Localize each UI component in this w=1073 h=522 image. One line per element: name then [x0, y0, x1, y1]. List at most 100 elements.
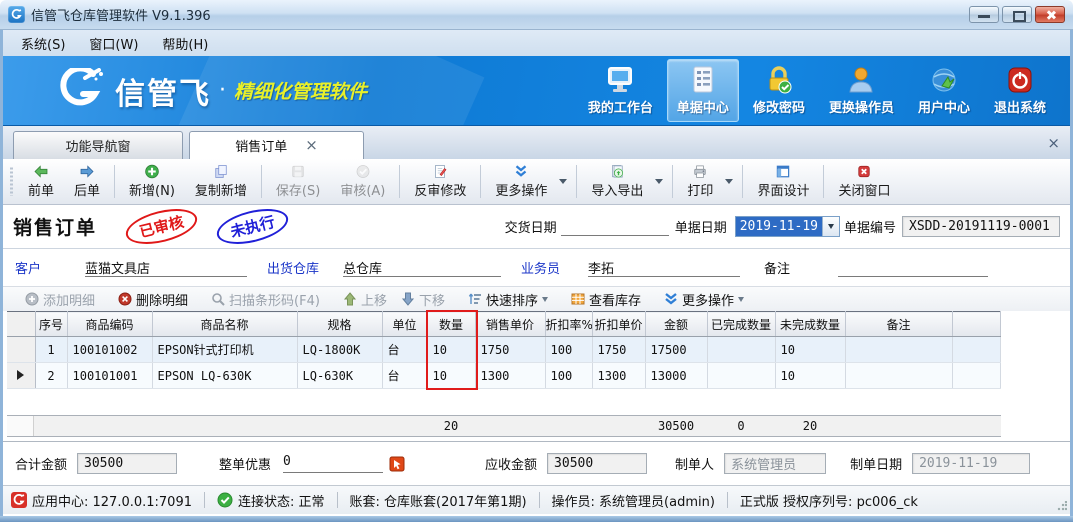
nav-change-password[interactable]: 修改密码 — [743, 59, 815, 122]
quick-sort-button[interactable]: 快速排序 — [461, 288, 555, 311]
toolbar-separator — [480, 165, 481, 198]
print-dropdown[interactable] — [723, 161, 738, 202]
chevron-down-icon — [738, 297, 744, 302]
brand-logo-icon — [55, 68, 107, 114]
nav-label: 更换操作员 — [829, 97, 894, 116]
print-button[interactable]: 打印 — [677, 161, 723, 202]
add-detail-button[interactable]: 添加明细 — [18, 288, 102, 311]
stock-table-icon — [571, 292, 585, 306]
delivery-date-field[interactable] — [561, 217, 669, 236]
move-down-button[interactable]: 下移 — [394, 288, 452, 311]
tabstrip-close-icon[interactable]: × — [1047, 134, 1060, 152]
remark-label: 备注 — [764, 258, 790, 277]
close-red-icon — [854, 164, 874, 179]
tab-label: 销售订单 — [235, 136, 287, 155]
brand-name: 信管飞 — [115, 69, 211, 113]
totals-row: 20 30500 0 20 — [7, 415, 1001, 437]
footer-form: 合计金额 30500 整单优惠 0 应收金额 30500 制单人 系统管理员 制… — [3, 441, 1070, 485]
totals-selector-cell — [7, 416, 34, 436]
col-header: 商品编码 — [67, 312, 152, 337]
make-date-label: 制单日期 — [850, 454, 902, 473]
close-window-button[interactable]: 关闭窗口 — [828, 161, 900, 202]
receivable-field: 30500 — [547, 453, 647, 474]
ui-design-button[interactable]: 界面设计 — [747, 161, 819, 202]
add-new-button[interactable]: 新增(N) — [119, 161, 185, 202]
nav-exit-system[interactable]: 退出系统 — [984, 59, 1056, 122]
customer-field[interactable]: 蓝猫文具店 — [85, 258, 247, 277]
date-dropdown-button[interactable] — [822, 217, 839, 236]
warehouse-field[interactable]: 总仓库 — [343, 258, 501, 277]
toolbar-separator — [261, 165, 262, 198]
brand-slogan: 精细化管理软件 — [234, 77, 367, 104]
arrow-up-icon — [343, 292, 357, 306]
doc-date-field[interactable]: 2019-11-19 — [735, 216, 840, 237]
import-export-button[interactable]: 导入导出 — [581, 161, 653, 202]
delete-detail-button[interactable]: 删除明细 — [111, 288, 195, 311]
col-header: 商品名称 — [152, 312, 297, 337]
copy-new-button[interactable]: 复制新增 — [185, 161, 257, 202]
status-app-center: 应用中心: 127.0.0.1:7091 — [32, 491, 192, 510]
nav-user-center[interactable]: 用户中心 — [908, 59, 980, 122]
tab-close-icon[interactable]: × — [305, 138, 318, 153]
row-selector[interactable] — [7, 337, 35, 363]
plus-circle-grey-icon — [25, 292, 39, 306]
lock-icon — [764, 66, 794, 94]
toolbar-separator — [576, 165, 577, 198]
nav-my-workbench[interactable]: 我的工作台 — [578, 59, 663, 122]
menu-window[interactable]: 窗口(W) — [77, 31, 150, 56]
table-row[interactable]: 1 100101002 EPSON针式打印机 LQ-1800K 台 10 175… — [7, 337, 1001, 363]
status-separator — [727, 492, 728, 508]
audit-button[interactable]: 审核(A) — [330, 161, 395, 202]
nav-document-center[interactable]: 单据中心 — [667, 59, 739, 122]
total-quantity: 20 — [427, 419, 475, 433]
warehouse-label: 出货仓库 — [267, 258, 319, 277]
doc-header: 销售订单 已审核 未执行 交货日期 单据日期 2019-11-19 单据编号 X… — [3, 205, 1070, 249]
scan-barcode-button[interactable]: 扫描条形码(F4) — [204, 288, 327, 311]
next-doc-button[interactable]: 后单 — [64, 161, 110, 202]
window-bottom-edge — [0, 516, 1073, 522]
total-completed: 0 — [707, 419, 775, 433]
move-up-button[interactable]: 上移 — [336, 288, 394, 311]
row-selector[interactable] — [7, 363, 35, 389]
tab-function-nav[interactable]: 功能导航窗 — [13, 131, 183, 159]
customer-label: 客户 — [15, 258, 41, 277]
more-actions-dropdown[interactable] — [557, 161, 572, 202]
menu-help[interactable]: 帮助(H) — [150, 31, 220, 56]
grid-more-actions-button[interactable]: 更多操作 — [657, 288, 751, 311]
salesman-field[interactable]: 李拓 — [588, 258, 740, 277]
nav-label: 我的工作台 — [588, 97, 653, 116]
status-separator — [204, 492, 205, 508]
chevron-down-icon — [828, 224, 834, 229]
power-icon — [1005, 66, 1035, 94]
view-stock-button[interactable]: 查看库存 — [564, 288, 648, 311]
arrow-left-icon — [31, 164, 51, 179]
more-actions-button[interactable]: 更多操作 — [485, 161, 557, 202]
brand: 信管飞 · 精细化管理软件 — [55, 68, 367, 114]
reverse-audit-button[interactable]: 反审修改 — [404, 161, 476, 202]
col-header-filler — [952, 312, 1001, 337]
double-chevron-down-icon — [511, 164, 531, 179]
status-separator — [337, 492, 338, 508]
prev-doc-button[interactable]: 前单 — [18, 161, 64, 202]
save-button[interactable]: 保存(S) — [266, 161, 330, 202]
save-icon — [288, 164, 308, 179]
resize-grip[interactable] — [1057, 501, 1067, 511]
remark-field[interactable] — [838, 258, 988, 277]
delivery-date-label: 交货日期 — [505, 217, 557, 236]
close-button[interactable] — [1035, 6, 1065, 23]
titlebar: 信管飞仓库管理软件 V9.1.396 — [0, 0, 1073, 30]
tab-sales-order[interactable]: 销售订单 × — [189, 131, 364, 159]
nav-label: 用户中心 — [918, 97, 970, 116]
menu-system[interactable]: 系统(S) — [9, 31, 77, 56]
nav-switch-operator[interactable]: 更换操作员 — [819, 59, 904, 122]
table-row[interactable]: 2 100101001 EPSON LQ-630K LQ-630K 台 10 1… — [7, 363, 1001, 389]
apply-discount-icon[interactable] — [389, 456, 405, 472]
toolbar-separator — [823, 165, 824, 198]
discount-field[interactable]: 0 — [283, 454, 383, 473]
doc-title: 销售订单 — [13, 213, 97, 240]
window-frame: 系统(S) 窗口(W) 帮助(H) 信管飞 · 精细化管理软件 — [0, 30, 1073, 516]
minimize-button[interactable] — [969, 6, 999, 23]
restore-button[interactable] — [1002, 6, 1032, 23]
import-export-dropdown[interactable] — [653, 161, 668, 202]
maker-field: 系统管理员 — [724, 453, 826, 474]
